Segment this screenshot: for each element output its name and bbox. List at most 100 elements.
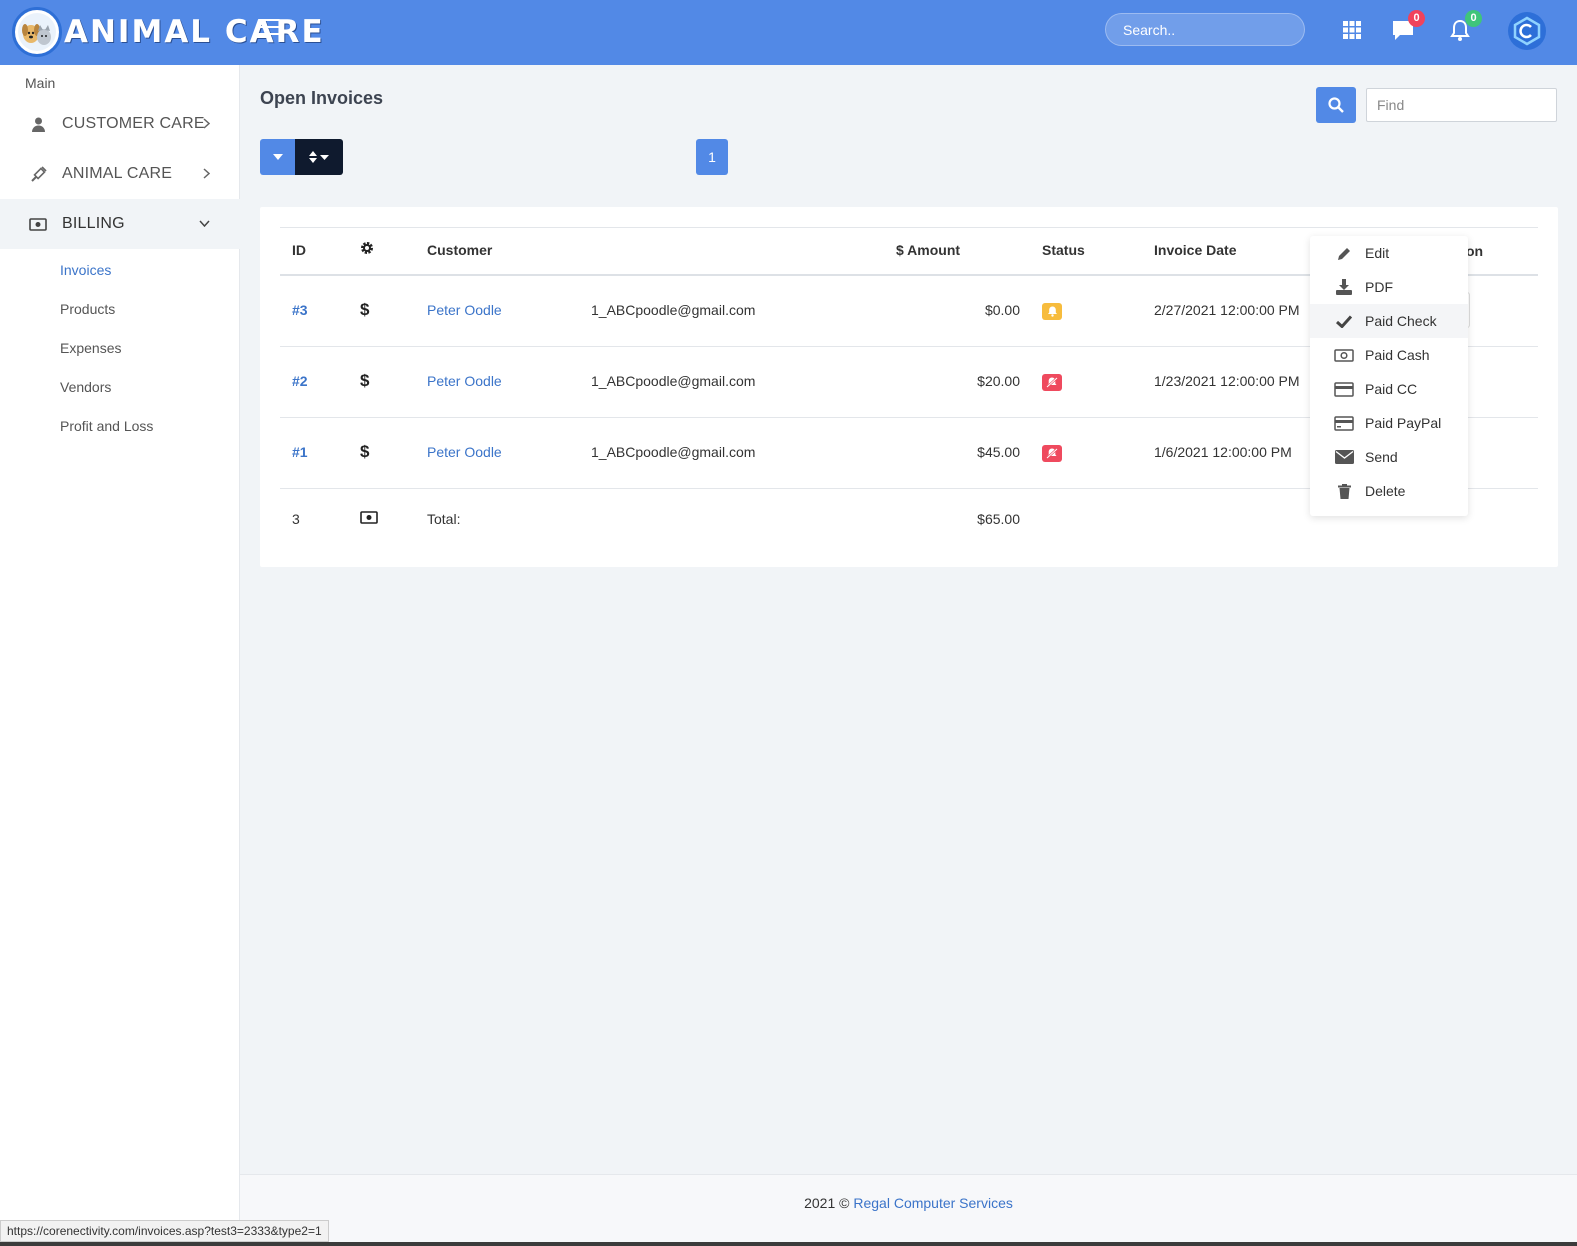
sidebar-item-label: BILLING xyxy=(62,215,125,232)
customer-email: 1_ABCpoodle@gmail.com xyxy=(591,444,756,460)
menu-item-send[interactable]: Send xyxy=(1310,440,1468,474)
column-header-action-partial: on xyxy=(1466,243,1484,259)
chat-icon[interactable]: 0 xyxy=(1389,10,1425,44)
invoice-amount: $0.00 xyxy=(984,302,1020,318)
browser-status-url: https://corenectivity.com/invoices.asp?t… xyxy=(0,1220,329,1242)
column-header-status[interactable]: Status xyxy=(1042,242,1085,258)
page-title: Open Invoices xyxy=(260,88,384,108)
money-icon xyxy=(360,511,378,527)
sidebar-item-animal-care[interactable]: ANIMAL CARE xyxy=(0,149,240,199)
bell-slash-icon[interactable] xyxy=(1042,374,1062,391)
column-header-id[interactable]: ID xyxy=(292,242,306,258)
footer-year: 2021 © xyxy=(804,1195,850,1211)
sidebar-item-customer-care[interactable]: CUSTOMER CARE xyxy=(0,99,240,149)
column-header-customer[interactable]: Customer xyxy=(427,242,492,258)
customer-link[interactable]: Peter Oodle xyxy=(427,373,502,389)
invoice-date: 2/27/2021 12:00:00 PM xyxy=(1154,302,1300,318)
messages-badge: 0 xyxy=(1408,10,1425,27)
brand-name: ANIMAL CARE xyxy=(64,14,325,50)
invoice-id-link[interactable]: #1 xyxy=(292,444,308,460)
total-label: Total: xyxy=(427,511,461,527)
invoice-id-link[interactable]: #3 xyxy=(292,302,308,318)
footer-copyright: 2021 © Regal Computer Services xyxy=(240,1195,1577,1211)
invoice-date: 1/23/2021 12:00:00 PM xyxy=(1154,373,1300,389)
menu-item-delete[interactable]: Delete xyxy=(1310,474,1468,508)
sidebar-item-label: ANIMAL CARE xyxy=(62,165,173,182)
menu-item-paid-paypal[interactable]: Paid PayPal xyxy=(1310,406,1468,440)
download-icon xyxy=(1333,279,1355,295)
sidebar: Main CUSTOMER CARE ANIMAL CARE BILLING I… xyxy=(0,65,240,1246)
credit-card-icon xyxy=(1333,415,1355,431)
credit-card-icon xyxy=(1333,381,1355,397)
menu-item-pdf[interactable]: PDF xyxy=(1310,270,1468,304)
bell-icon[interactable] xyxy=(1042,303,1062,320)
dollar-icon[interactable]: $ xyxy=(360,442,369,462)
caret-down-icon xyxy=(272,154,283,160)
column-header-amount[interactable]: $ Amount xyxy=(896,242,960,258)
check-icon xyxy=(1333,314,1355,328)
menu-item-label: Edit xyxy=(1365,245,1390,261)
header-search-input[interactable] xyxy=(1123,21,1304,38)
trash-icon xyxy=(1333,483,1355,499)
header-search xyxy=(1105,13,1305,46)
invoice-amount: $20.00 xyxy=(977,373,1020,389)
invoice-id-link[interactable]: #2 xyxy=(292,373,308,389)
invoice-action-menu: Edit PDF Paid Check Paid Cash Paid CC Pa… xyxy=(1310,236,1468,516)
window-bottom-edge xyxy=(0,1242,1577,1246)
company-link[interactable]: Regal Computer Services xyxy=(853,1195,1013,1211)
pencil-icon xyxy=(1333,246,1355,261)
user-icon xyxy=(29,117,47,132)
apps-grid-icon[interactable] xyxy=(1338,16,1366,44)
find-input[interactable] xyxy=(1366,88,1557,122)
pagination-page-button[interactable]: 1 xyxy=(696,139,728,175)
top-navbar: ANIMAL CARE 0 0 xyxy=(0,0,1577,65)
profile-logo-icon[interactable] xyxy=(1508,12,1546,50)
sidebar-subitem-invoices[interactable]: Invoices xyxy=(60,262,111,278)
menu-item-label: PDF xyxy=(1365,279,1393,295)
options-dropdown-button[interactable] xyxy=(260,139,295,175)
menu-item-label: Send xyxy=(1365,449,1398,465)
sidebar-item-billing[interactable]: BILLING xyxy=(0,199,240,249)
sidebar-subitem-vendors[interactable]: Vendors xyxy=(60,379,111,395)
menu-item-paid-cash[interactable]: Paid Cash xyxy=(1310,338,1468,372)
syringe-icon xyxy=(29,165,47,183)
invoice-amount: $45.00 xyxy=(977,444,1020,460)
chevron-down-icon xyxy=(199,220,210,227)
menu-item-label: Paid Cash xyxy=(1365,347,1430,363)
money-icon xyxy=(1333,348,1355,362)
menu-item-edit[interactable]: Edit xyxy=(1310,236,1468,270)
footer: 2021 © Regal Computer Services xyxy=(240,1174,1577,1246)
divider xyxy=(280,227,1538,228)
search-icon xyxy=(1328,97,1344,113)
sidebar-subitem-expenses[interactable]: Expenses xyxy=(60,340,121,356)
notifications-badge: 0 xyxy=(1465,10,1482,27)
menu-item-paid-cc[interactable]: Paid CC xyxy=(1310,372,1468,406)
total-amount: $65.00 xyxy=(977,511,1020,527)
menu-item-label: Paid CC xyxy=(1365,381,1418,397)
total-count: 3 xyxy=(292,511,300,527)
dollar-icon[interactable]: $ xyxy=(360,371,369,391)
sidebar-subitem-profit-loss[interactable]: Profit and Loss xyxy=(60,418,153,434)
find-button[interactable] xyxy=(1316,87,1356,123)
chevron-right-icon xyxy=(203,118,210,129)
customer-link[interactable]: Peter Oodle xyxy=(427,444,502,460)
sort-icon xyxy=(309,151,329,163)
money-icon xyxy=(29,217,47,231)
customer-link[interactable]: Peter Oodle xyxy=(427,302,502,318)
gear-icon[interactable] xyxy=(360,241,374,258)
pet-logo-icon xyxy=(12,7,62,57)
menu-item-paid-check[interactable]: Paid Check xyxy=(1310,304,1468,338)
menu-icon[interactable] xyxy=(258,19,280,37)
customer-email: 1_ABCpoodle@gmail.com xyxy=(591,302,756,318)
bell-icon[interactable]: 0 xyxy=(1446,10,1482,44)
bell-slash-icon[interactable] xyxy=(1042,445,1062,462)
sidebar-subitem-products[interactable]: Products xyxy=(60,301,115,317)
menu-item-label: Paid PayPal xyxy=(1365,415,1442,431)
chevron-right-icon xyxy=(203,168,210,179)
invoice-date: 1/6/2021 12:00:00 PM xyxy=(1154,444,1292,460)
menu-item-label: Delete xyxy=(1365,483,1406,499)
menu-item-label: Paid Check xyxy=(1365,313,1437,329)
column-header-invoice-date[interactable]: Invoice Date xyxy=(1154,242,1236,258)
dollar-icon[interactable]: $ xyxy=(360,300,369,320)
sort-dropdown-button[interactable] xyxy=(295,139,343,175)
